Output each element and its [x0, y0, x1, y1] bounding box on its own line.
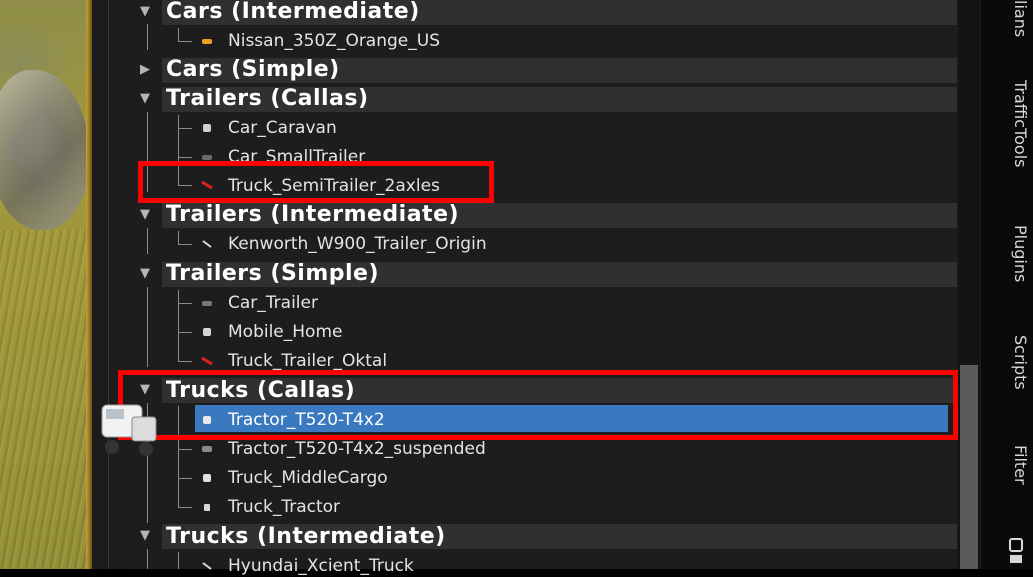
group-label: Trailers (Simple): [166, 261, 380, 286]
expand-caret-icon[interactable]: ▶: [140, 57, 150, 83]
collapse-caret-icon[interactable]: ▼: [140, 202, 150, 228]
collapse-caret-icon[interactable]: ▼: [140, 0, 150, 25]
tab-traffictools[interactable]: TrafficTools: [1000, 80, 1030, 190]
middle-cargo-icon: [203, 474, 211, 482]
highlight-box: [118, 370, 958, 440]
tree-line: [147, 24, 148, 50]
scrollbar-thumb[interactable]: [960, 365, 978, 569]
tree-line: [178, 332, 192, 333]
3d-viewport[interactable]: [0, 0, 92, 569]
gutter-divider: [108, 0, 109, 569]
tree-line: [178, 244, 192, 245]
truck-tractor-icon: [204, 504, 210, 511]
tree-line: [178, 128, 192, 129]
tree-item[interactable]: Tractor_T520-T4x2_suspended: [228, 438, 486, 460]
tree-line: [178, 231, 179, 244]
tree-item[interactable]: Car_Trailer: [228, 292, 318, 314]
highlight-box: [138, 161, 494, 203]
tree-line: [178, 303, 192, 304]
group-label: Trailers (Intermediate): [166, 202, 460, 227]
tree-item[interactable]: Hyundai_Xcient_Truck: [228, 555, 414, 577]
tree-line: [178, 478, 192, 479]
tree-item[interactable]: Truck_Trailer_Oktal: [228, 350, 387, 372]
collapse-caret-icon[interactable]: ▼: [140, 523, 150, 549]
tree-line: [178, 552, 179, 569]
tree-line: [178, 361, 192, 362]
tree-item[interactable]: Truck_Tractor: [228, 496, 340, 518]
tree-line: [147, 228, 148, 254]
partial-tab-icon[interactable]: [1006, 535, 1026, 565]
mobile-home-icon: [203, 328, 211, 336]
car-trailer-icon: [202, 301, 212, 306]
tree-line: [178, 290, 179, 361]
tree-item[interactable]: Car_Caravan: [228, 117, 337, 139]
tree-line: [147, 287, 148, 367]
group-label: Cars (Simple): [166, 57, 340, 82]
truck-trailer-icon: [201, 356, 213, 366]
car-icon: [202, 39, 212, 44]
tree-line: [147, 549, 148, 569]
tree-line: [178, 41, 192, 42]
tree-line: [178, 157, 192, 158]
truck-icon: [202, 562, 212, 570]
rock-terrain: [0, 70, 90, 230]
trailer-icon: [202, 240, 212, 248]
tree-line: [178, 507, 192, 508]
tab-plugins[interactable]: Plugins: [1000, 225, 1030, 300]
tree-line: [178, 449, 192, 450]
tractor-suspended-icon: [202, 446, 212, 452]
grass-terrain: [0, 230, 92, 569]
tree-item[interactable]: Truck_MiddleCargo: [228, 467, 388, 489]
collapse-caret-icon[interactable]: ▼: [140, 86, 150, 112]
tree-item[interactable]: Mobile_Home: [228, 321, 342, 343]
tab-scripts[interactable]: Scripts: [1000, 335, 1030, 410]
truck-thumbnail-icon: [101, 404, 157, 456]
tab-lians[interactable]: lians: [1000, 0, 1030, 45]
group-label: Trucks (Intermediate): [166, 524, 446, 549]
tree-item[interactable]: Nissan_350Z_Orange_US: [228, 30, 440, 52]
tree-line: [178, 28, 179, 41]
group-label: Cars (Intermediate): [166, 0, 420, 24]
tree-item[interactable]: Kenworth_W900_Trailer_Origin: [228, 233, 487, 255]
panel-gutter: [92, 0, 130, 569]
caravan-icon: [203, 124, 211, 132]
group-label: Trailers (Callas): [166, 86, 369, 111]
tab-filter[interactable]: Filter: [1000, 445, 1030, 500]
collapse-caret-icon[interactable]: ▼: [140, 261, 150, 287]
